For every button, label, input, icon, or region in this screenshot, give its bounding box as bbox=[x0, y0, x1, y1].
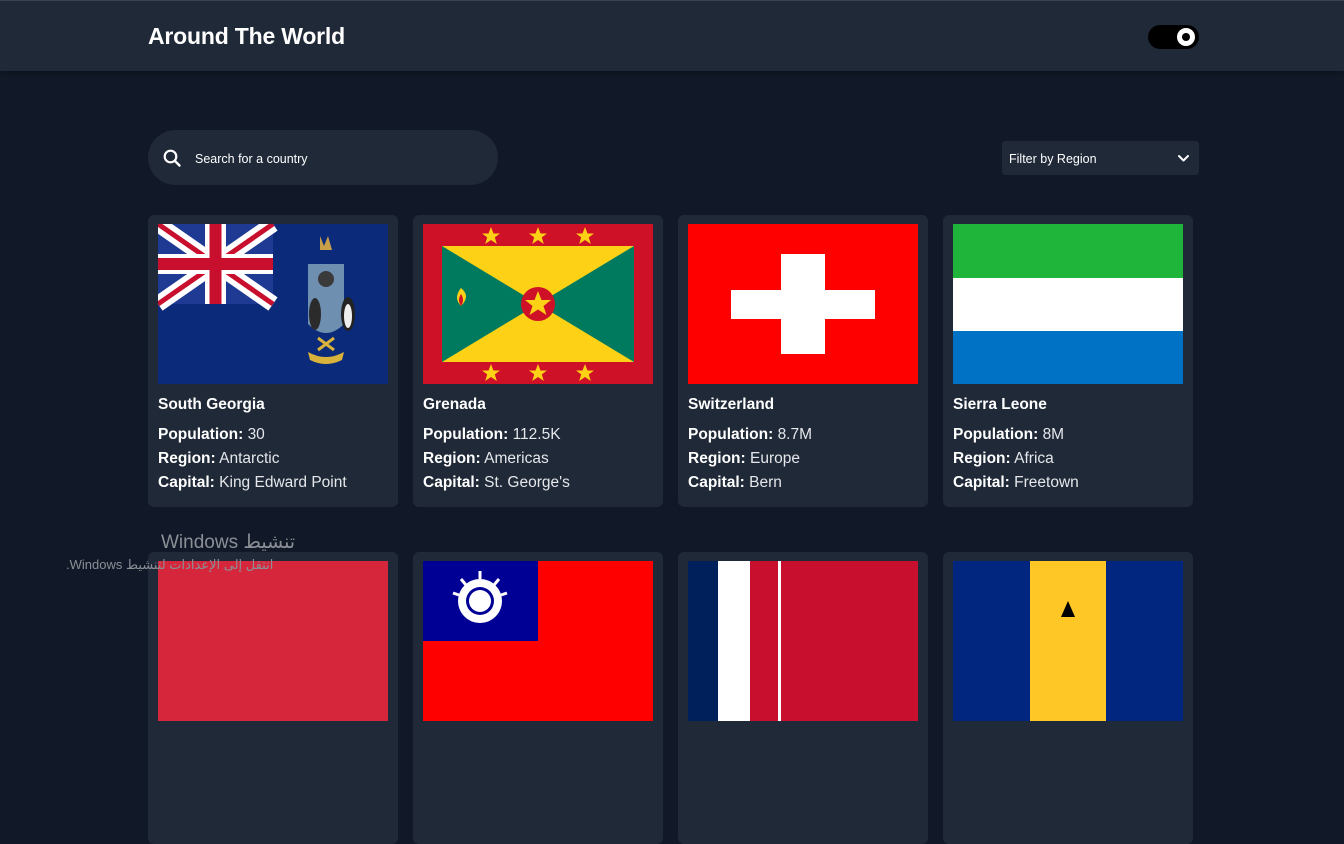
capital-line: Capital: Bern bbox=[688, 474, 782, 491]
flag-image bbox=[953, 561, 1183, 721]
capital-line: Capital: St. George's bbox=[423, 474, 570, 491]
population-line: Population: 8.7M bbox=[688, 426, 813, 443]
header-bar: Around The World bbox=[0, 0, 1344, 71]
search-box[interactable] bbox=[148, 130, 498, 187]
flag-image bbox=[158, 224, 388, 384]
flag-image bbox=[158, 561, 388, 721]
search-input[interactable] bbox=[193, 130, 487, 187]
country-card[interactable] bbox=[943, 552, 1193, 844]
country-card[interactable]: Grenada Population: 112.5K Region: Ameri… bbox=[413, 215, 663, 507]
region-line: Region: Europe bbox=[688, 450, 800, 467]
capital-line: Capital: Freetown bbox=[953, 474, 1079, 491]
region-line: Region: Africa bbox=[953, 450, 1054, 467]
country-name: Grenada bbox=[423, 396, 486, 413]
region-line: Region: Antarctic bbox=[158, 450, 280, 467]
country-card[interactable] bbox=[148, 552, 398, 844]
windows-activation-subtitle: انتقل إلى الإعدادات لتنشيط Windows. bbox=[66, 557, 274, 572]
windows-activation-title: تنشيط Windows bbox=[161, 532, 296, 553]
toggle-knob bbox=[1177, 28, 1195, 46]
population-line: Population: 112.5K bbox=[423, 426, 561, 443]
country-name: Switzerland bbox=[688, 396, 775, 413]
country-name: Sierra Leone bbox=[953, 396, 1047, 413]
flag-image bbox=[423, 561, 653, 721]
theme-toggle[interactable] bbox=[1148, 25, 1199, 49]
region-line: Region: Americas bbox=[423, 450, 549, 467]
flag-image bbox=[688, 224, 918, 384]
country-card[interactable]: Switzerland Population: 8.7M Region: Eur… bbox=[678, 215, 928, 507]
flag-image bbox=[953, 224, 1183, 384]
country-card[interactable] bbox=[678, 552, 928, 844]
population-line: Population: 30 bbox=[158, 426, 265, 443]
country-card[interactable] bbox=[413, 552, 663, 844]
country-card[interactable]: South Georgia Population: 30 Region: Ant… bbox=[148, 215, 398, 507]
flag-image bbox=[688, 561, 918, 721]
population-line: Population: 8M bbox=[953, 426, 1065, 443]
chevron-down-icon bbox=[1178, 155, 1189, 162]
flag-image bbox=[423, 224, 653, 384]
search-icon bbox=[163, 149, 181, 167]
country-name: South Georgia bbox=[158, 396, 265, 413]
app-title[interactable]: Around The World bbox=[148, 23, 345, 50]
capital-line: Capital: King Edward Point bbox=[158, 474, 347, 491]
filter-label: Filter by Region bbox=[1009, 152, 1097, 166]
country-card[interactable]: Sierra Leone Population: 8M Region: Afri… bbox=[943, 215, 1193, 507]
region-filter-select[interactable]: Filter by Region bbox=[1002, 141, 1199, 175]
